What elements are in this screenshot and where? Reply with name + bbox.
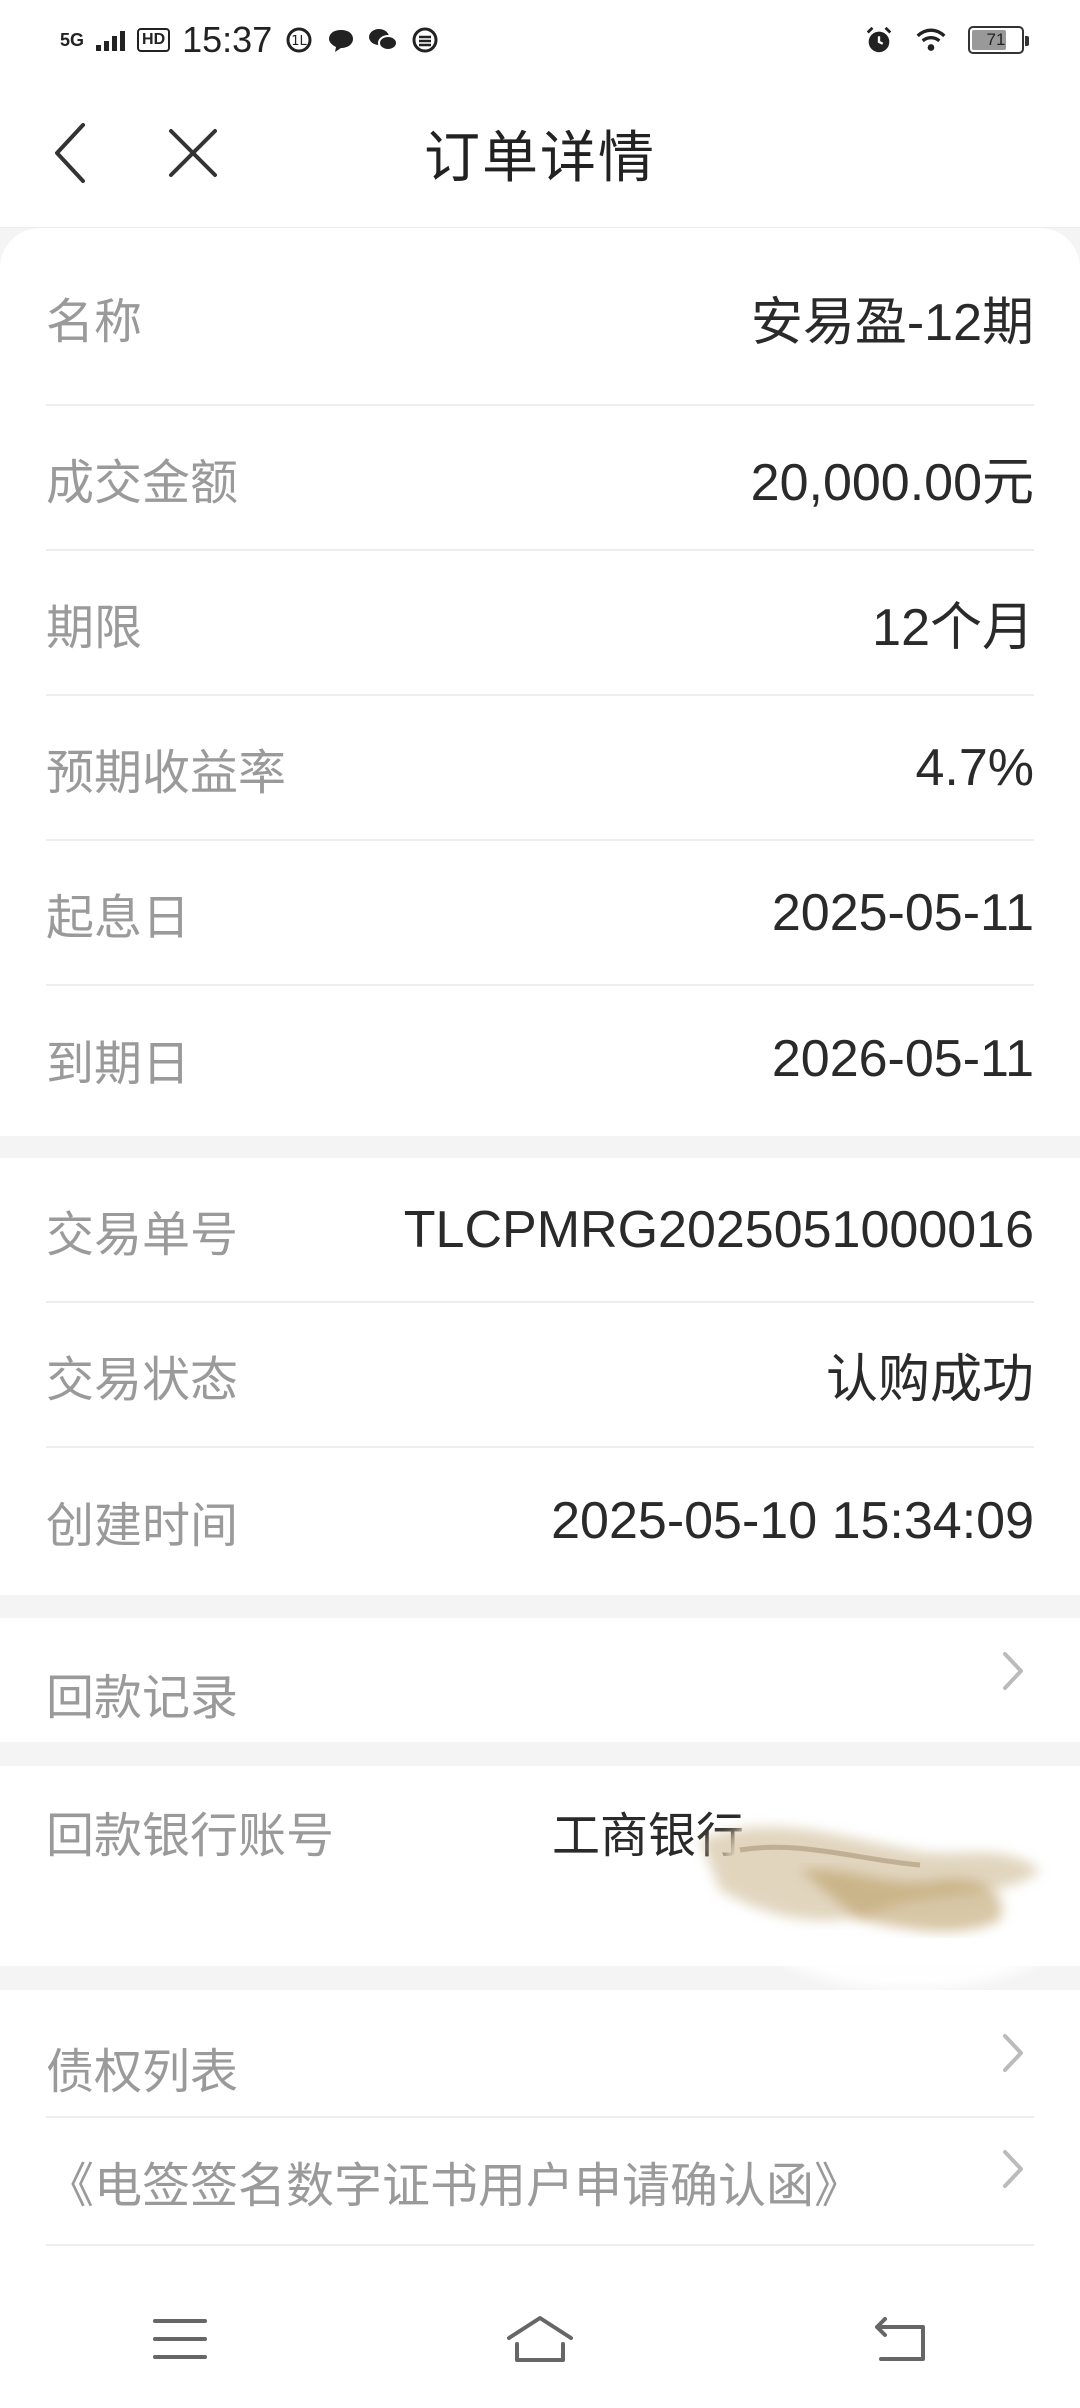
- transaction-row-status: 交易状态 认购成功: [46, 1303, 1034, 1448]
- chevron-right-icon: [996, 1646, 1030, 1696]
- home-icon: [507, 2316, 573, 2362]
- app-notification-icon: 1L: [284, 25, 314, 55]
- order-row-term: 期限 12个月: [46, 551, 1034, 696]
- mobile-app-icon: [410, 25, 440, 55]
- page-title: 订单详情: [424, 126, 656, 189]
- close-button[interactable]: [158, 118, 228, 188]
- row-value: 12个月: [872, 599, 1034, 657]
- wifi-icon: [916, 25, 946, 55]
- signal-icon: [96, 29, 126, 51]
- debt-list-link[interactable]: 债权列表: [46, 1990, 1034, 2118]
- row-value: 认购成功: [825, 1351, 1034, 1409]
- row-label: 期限: [46, 601, 143, 655]
- chevron-left-icon: [55, 123, 85, 183]
- order-row-start-date: 起息日 2025-05-11: [46, 841, 1034, 986]
- row-label: 到期日: [46, 1037, 191, 1091]
- message-icon: [326, 25, 356, 55]
- repayment-bank-label: 回款银行账号: [46, 1810, 335, 1863]
- order-row-rate: 预期收益率 4.7%: [46, 696, 1034, 841]
- navigation-bar: 订单详情: [0, 80, 1080, 228]
- row-label: 起息日: [46, 891, 191, 945]
- back-nav-button[interactable]: [855, 2299, 945, 2379]
- row-value: 2025-05-11: [771, 883, 1034, 942]
- hd-badge: HD: [137, 28, 171, 52]
- row-label: 预期收益率: [46, 746, 287, 800]
- debt-list-label: 债权列表: [46, 2046, 239, 2099]
- svg-text:1L: 1L: [291, 34, 307, 49]
- chevron-right-icon: [996, 2028, 1030, 2078]
- order-row-end-date: 到期日 2026-05-11: [46, 986, 1034, 1131]
- row-value: 安易盈-12期: [750, 293, 1034, 352]
- repayment-record-link[interactable]: 回款记录: [46, 1618, 1034, 1742]
- status-time: 15:37: [182, 19, 273, 60]
- row-label: 名称: [46, 296, 143, 349]
- row-label: 交易单号: [46, 1208, 239, 1262]
- certificate-link[interactable]: 《电签签名数字证书用户申请确认函》: [46, 2118, 1034, 2246]
- row-value: 20,000.00元: [750, 454, 1034, 512]
- system-navigation-bar: [0, 2270, 1080, 2408]
- transaction-row-created: 创建时间 2025-05-10 15:34:09: [46, 1448, 1034, 1593]
- row-value: 2025-05-10 15:34:09: [551, 1491, 1034, 1550]
- order-row-name: 名称 安易盈-12期: [46, 230, 1034, 406]
- status-bar: 5G HD 15:37 1L 71: [0, 0, 1080, 80]
- back-button[interactable]: [36, 118, 106, 188]
- row-value: TLCPMRG2025051000016: [403, 1200, 1034, 1259]
- row-value: 4.7%: [915, 738, 1034, 797]
- documents-card: 债权列表 《电签签名数字证书用户申请确认函》: [0, 1990, 1080, 2270]
- alarm-icon: [864, 25, 894, 55]
- battery-percent: 71: [986, 30, 1006, 49]
- repayment-record-card[interactable]: 回款记录: [0, 1618, 1080, 1742]
- menu-icon: [153, 2319, 207, 2359]
- chevron-right-icon: [996, 2144, 1030, 2194]
- transaction-card: 交易单号 TLCPMRG2025051000016 交易状态 认购成功 创建时间…: [0, 1158, 1080, 1595]
- return-icon: [875, 2317, 925, 2361]
- close-icon: [169, 129, 217, 177]
- order-info-card: 名称 安易盈-12期 成交金额 20,000.00元 期限 12个月 预期收益率…: [0, 228, 1080, 1136]
- wechat-icon: [368, 25, 399, 55]
- row-label: 创建时间: [46, 1499, 239, 1553]
- row-label: 成交金额: [46, 456, 239, 510]
- transaction-row-number: 交易单号 TLCPMRG2025051000016: [46, 1158, 1034, 1303]
- battery-icon: 71: [968, 26, 1029, 54]
- row-label: 交易状态: [46, 1353, 239, 1407]
- repayment-record-label: 回款记录: [46, 1672, 239, 1725]
- certificate-label: 《电签签名数字证书用户申请确认函》: [46, 2160, 863, 2213]
- row-value: 2026-05-11: [771, 1029, 1034, 1088]
- network-type: 5G: [60, 30, 85, 50]
- order-row-amount: 成交金额 20,000.00元: [46, 406, 1034, 551]
- menu-button[interactable]: [135, 2299, 225, 2379]
- home-button[interactable]: [495, 2299, 585, 2379]
